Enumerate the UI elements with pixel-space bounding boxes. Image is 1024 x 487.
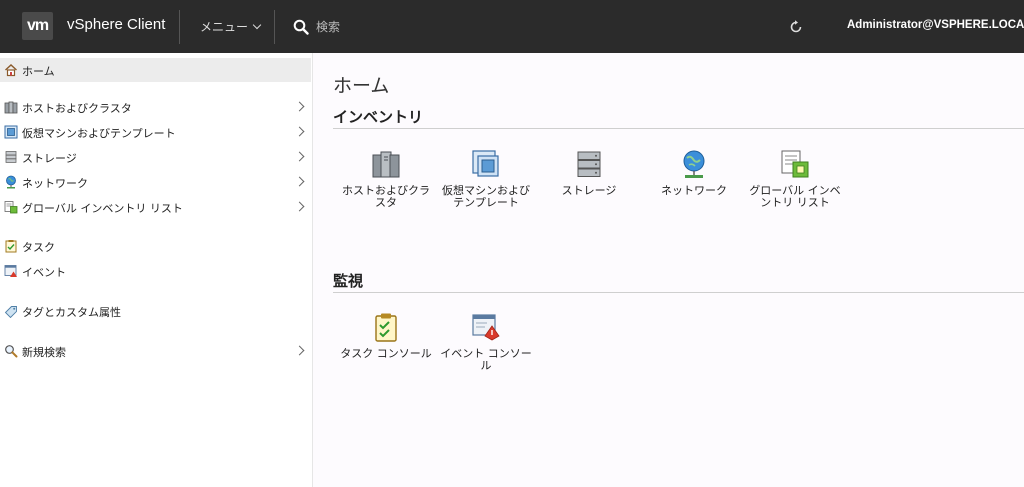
tile-label: グローバル インベントリ リスト <box>749 184 841 209</box>
chevron-right-icon[interactable] <box>294 151 305 162</box>
chevron-down-icon <box>252 20 262 30</box>
top-bar: vm vSphere Client メニュー Administrator@VSP… <box>0 0 1024 53</box>
chevron-right-icon[interactable] <box>294 126 305 137</box>
chevron-right-icon[interactable] <box>294 345 305 356</box>
sidebar-item-tags[interactable]: タグとカスタム属性 <box>0 299 311 323</box>
home-icon <box>5 64 17 77</box>
tile-label: ネットワーク <box>661 184 727 197</box>
sidebar-item-home[interactable]: ホーム <box>0 58 311 82</box>
sidebar-item-tasks[interactable]: タスク <box>0 234 311 258</box>
tile-vms-templates[interactable]: 仮想マシンおよびテンプレート <box>440 149 532 209</box>
sidebar-item-label: グローバル インベントリ リスト <box>22 202 183 215</box>
network-icon <box>6 175 16 189</box>
sidebar-item-label: 新規検索 <box>22 346 66 359</box>
section-title-inventory: インベントリ <box>333 108 424 126</box>
tile-network[interactable]: ネットワーク <box>648 149 740 197</box>
global-inventory-icon <box>781 150 809 178</box>
tile-storage[interactable]: ストレージ <box>543 149 635 197</box>
tile-label: タスク コンソール <box>340 347 432 360</box>
refresh-icon[interactable] <box>788 19 804 35</box>
section-divider <box>333 292 1024 293</box>
chevron-right-icon[interactable] <box>294 176 305 187</box>
tile-label: ストレージ <box>561 184 617 197</box>
sidebar-item-label: ホストおよびクラスタ <box>22 102 132 115</box>
section-title-monitoring: 監視 <box>333 272 364 290</box>
sidebar-item-storage[interactable]: ストレージ <box>0 145 311 169</box>
sidebar-item-label: ストレージ <box>22 152 77 165</box>
sidebar-item-events[interactable]: イベント <box>0 259 311 283</box>
user-name: Administrator@VSPHERE.LOCAL <box>847 19 1024 31</box>
hosts-clusters-icon <box>372 151 400 178</box>
page-title: ホーム <box>333 75 390 97</box>
menu-button-label: メニュー <box>200 20 249 34</box>
new-search-icon <box>5 345 18 358</box>
tile-label: ホストおよびクラスタ <box>342 184 430 209</box>
tile-label: 仮想マシンおよびテンプレート <box>442 184 530 209</box>
sidebar-item-label: イベント <box>22 266 66 279</box>
sidebar-item-network[interactable]: ネットワーク <box>0 170 311 194</box>
sidebar-item-label: ホーム <box>22 65 55 78</box>
sidebar: ホーム ホストおよびクラスタ 仮想マシンおよびテンプレート ストレージ ネットワ… <box>0 53 313 487</box>
events-icon <box>4 265 17 277</box>
header-divider <box>179 10 180 44</box>
sidebar-item-label: タグとカスタム属性 <box>22 306 121 319</box>
vmware-logo[interactable]: vm <box>22 12 53 40</box>
chevron-right-icon[interactable] <box>294 201 305 212</box>
sidebar-item-global-inventory[interactable]: グローバル インベントリ リスト <box>0 195 311 219</box>
app-title[interactable]: vSphere Client <box>67 16 165 33</box>
sidebar-item-hosts-clusters[interactable]: ホストおよびクラスタ <box>0 95 311 119</box>
search-input[interactable] <box>316 17 566 37</box>
header-divider <box>274 10 275 44</box>
tile-task-console[interactable]: タスク コンソール <box>340 312 432 360</box>
global-inventory-icon <box>4 201 18 214</box>
task-console-icon <box>375 313 397 342</box>
tile-label: イベント コンソール <box>440 347 532 372</box>
tile-event-console[interactable]: イベント コンソール <box>440 312 532 372</box>
tile-global-inventory[interactable]: グローバル インベントリ リスト <box>749 149 841 209</box>
sidebar-item-new-search[interactable]: 新規検索 <box>0 339 311 363</box>
tags-icon <box>4 306 17 318</box>
sidebar-item-label: ネットワーク <box>22 177 88 190</box>
user-menu[interactable]: Administrator@VSPHERE.LOCAL <box>847 19 1024 31</box>
tasks-icon <box>5 240 17 253</box>
search-icon[interactable] <box>293 19 309 35</box>
chevron-right-icon[interactable] <box>294 101 305 112</box>
event-console-icon <box>472 314 500 341</box>
storage-icon <box>577 151 601 177</box>
hosts-clusters-icon <box>4 101 18 114</box>
vms-templates-icon <box>4 125 18 139</box>
tile-hosts-clusters[interactable]: ホストおよびクラスタ <box>340 149 432 209</box>
storage-icon <box>5 151 17 163</box>
section-divider <box>333 128 1024 129</box>
sidebar-item-label: 仮想マシンおよびテンプレート <box>22 127 176 140</box>
vms-templates-icon <box>472 150 499 177</box>
sidebar-item-vms-templates[interactable]: 仮想マシンおよびテンプレート <box>0 120 311 144</box>
sidebar-item-label: タスク <box>22 241 55 254</box>
network-icon <box>683 150 705 178</box>
main-content: ホーム インベントリ ホストおよびクラスタ 仮想マシンおよびテンプレート ストレ… <box>313 53 1024 487</box>
menu-button[interactable]: メニュー <box>200 18 262 35</box>
